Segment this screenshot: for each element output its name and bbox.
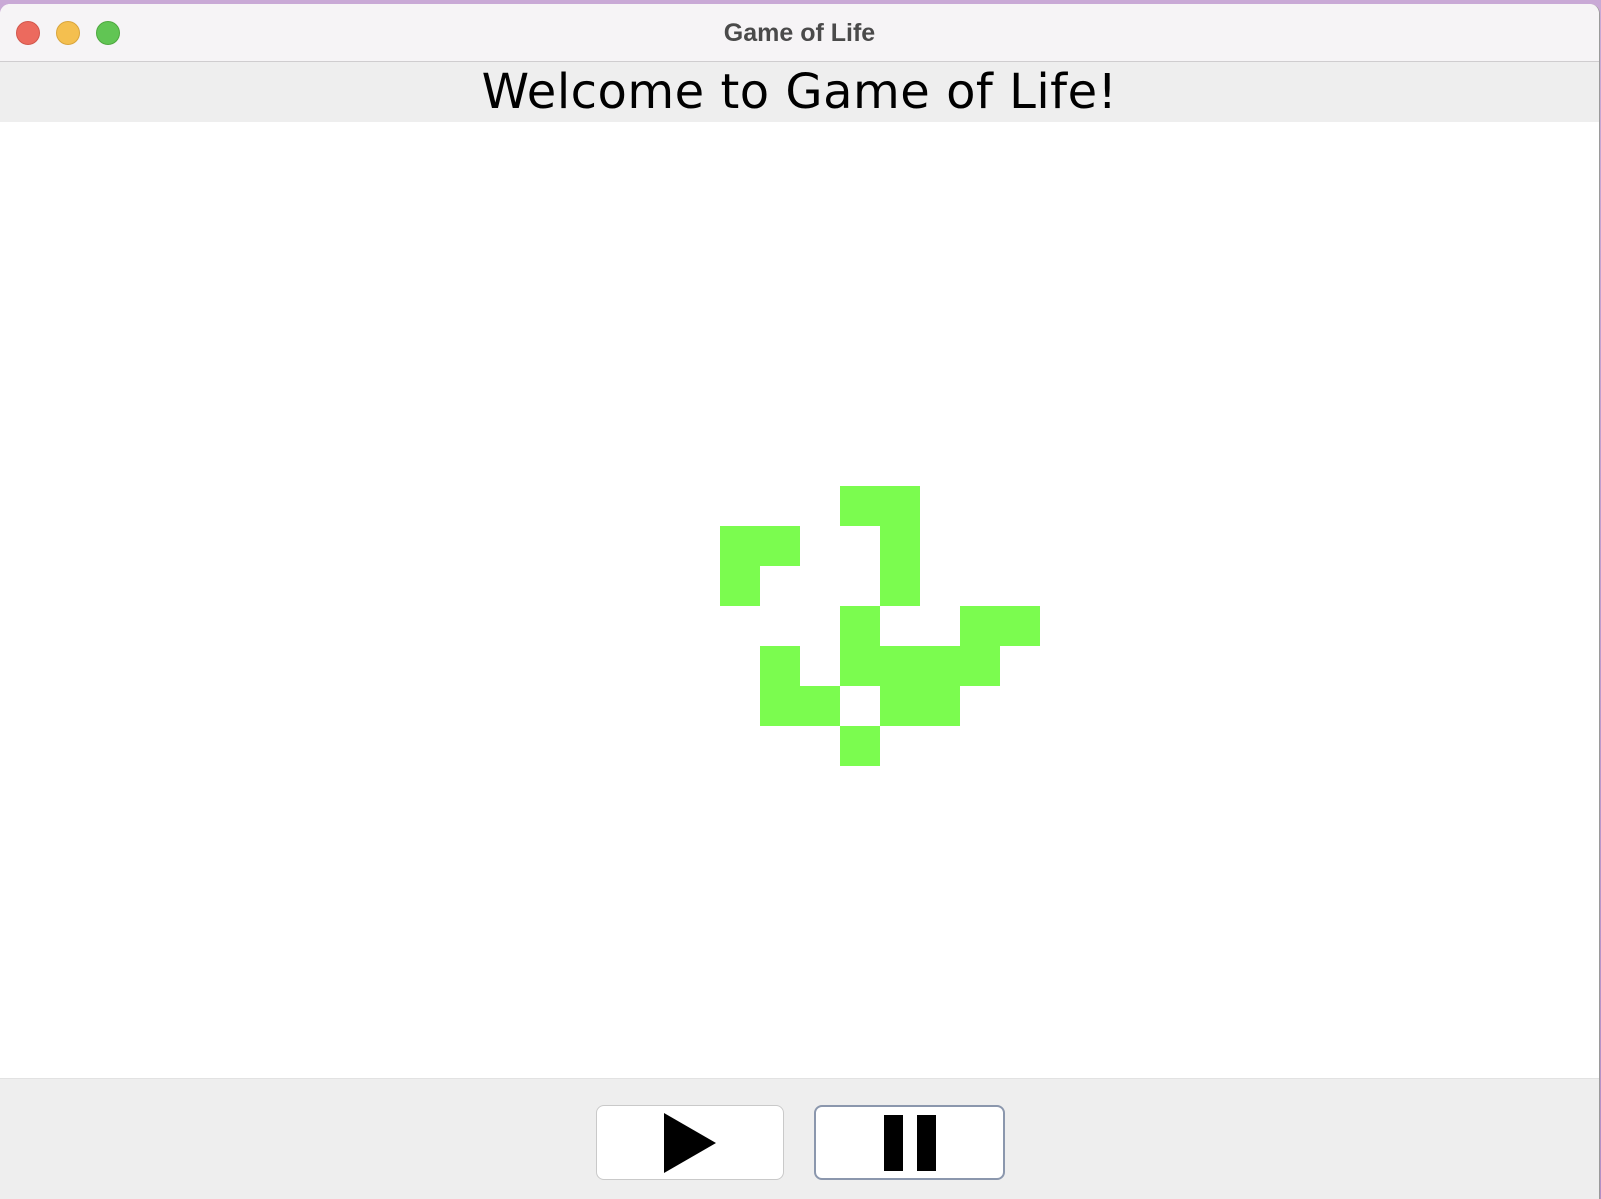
app-window: Game of Life Welcome to Game of Life! <box>0 4 1600 1199</box>
live-cell[interactable] <box>880 486 920 526</box>
control-bar <box>0 1078 1599 1199</box>
live-cell[interactable] <box>880 646 920 686</box>
live-cell[interactable] <box>760 646 800 686</box>
live-cell[interactable] <box>720 526 760 566</box>
pause-button[interactable] <box>814 1105 1005 1180</box>
live-cell[interactable] <box>880 686 920 726</box>
live-cell[interactable] <box>800 686 840 726</box>
live-cell[interactable] <box>920 686 960 726</box>
welcome-heading: Welcome to Game of Life! <box>481 64 1118 120</box>
live-cell[interactable] <box>1000 606 1040 646</box>
life-grid[interactable] <box>0 122 1599 1078</box>
live-cell[interactable] <box>720 566 760 606</box>
live-cell[interactable] <box>760 526 800 566</box>
live-cell[interactable] <box>840 606 880 646</box>
live-cell[interactable] <box>880 566 920 606</box>
live-cell[interactable] <box>760 686 800 726</box>
window-title: Game of Life <box>723 19 876 47</box>
live-cell[interactable] <box>880 526 920 566</box>
live-cell[interactable] <box>840 646 880 686</box>
play-button[interactable] <box>596 1105 784 1180</box>
title-bar[interactable]: Game of Life <box>0 4 1599 62</box>
welcome-header: Welcome to Game of Life! <box>0 62 1599 122</box>
live-cell[interactable] <box>960 606 1000 646</box>
pause-icon <box>883 1114 936 1171</box>
live-cell[interactable] <box>920 646 960 686</box>
live-cell[interactable] <box>840 726 880 766</box>
live-cell[interactable] <box>960 646 1000 686</box>
live-cell[interactable] <box>840 486 880 526</box>
play-icon <box>664 1112 716 1173</box>
